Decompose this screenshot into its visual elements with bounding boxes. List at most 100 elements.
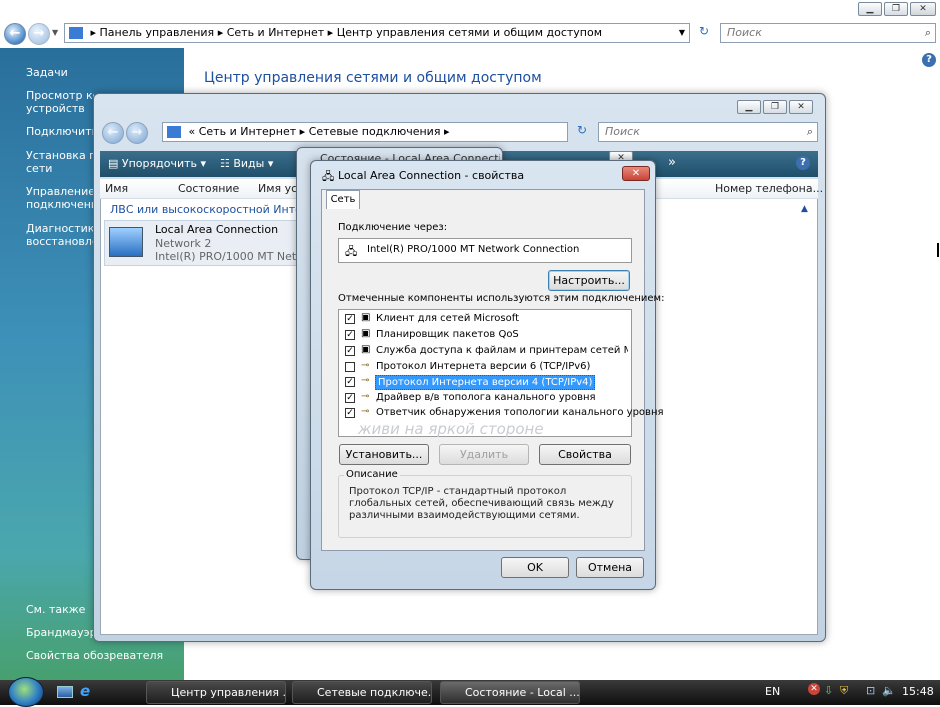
column-status[interactable]: Состояние bbox=[178, 182, 239, 195]
netwin-minimize-button[interactable]: ▁ bbox=[737, 100, 761, 114]
netwin-help-icon[interactable]: ? bbox=[796, 156, 810, 170]
component-item-selected[interactable]: Протокол Интернета версии 4 (TCP/IPv4) bbox=[375, 375, 596, 390]
component-checkbox[interactable]: ✓ bbox=[345, 346, 355, 356]
maximize-button[interactable]: ❐ bbox=[884, 2, 908, 16]
description-text: Протокол TCP/IP - стандартный протокол г… bbox=[349, 486, 614, 521]
component-checkbox[interactable]: ✓ bbox=[345, 377, 355, 387]
address-crumb-3[interactable]: Центр управления сетями и общим доступом bbox=[337, 26, 602, 39]
shield-icon[interactable]: ⛨ bbox=[840, 684, 848, 698]
task-link[interactable]: подключени... bbox=[26, 198, 94, 211]
taskbar-item-network-connections[interactable]: Сетевые подключе... bbox=[292, 681, 432, 704]
configure-button[interactable]: Настроить... bbox=[548, 270, 630, 291]
netwin-maximize-button[interactable]: ❐ bbox=[763, 100, 787, 114]
component-checkbox[interactable]: ✓ bbox=[345, 314, 355, 324]
netwin-search-input[interactable]: Поиск ⌕ bbox=[598, 122, 818, 142]
internet-explorer-icon[interactable]: e bbox=[80, 682, 90, 700]
show-desktop-icon[interactable] bbox=[57, 686, 73, 698]
component-item[interactable]: Клиент для сетей Microsoft bbox=[376, 313, 519, 324]
dialog-close-button[interactable]: ✕ bbox=[622, 166, 650, 181]
dialog-title: Local Area Connection - свойства bbox=[338, 169, 525, 182]
taskbar-item-network-center[interactable]: Центр управления ... bbox=[146, 681, 286, 704]
taskbar-item-status[interactable]: Состояние - Local ... bbox=[440, 681, 580, 704]
address-dropdown-icon[interactable]: ▼ bbox=[679, 24, 685, 42]
address-sep-icon: ▸ bbox=[327, 26, 337, 39]
toolbar-more-button[interactable]: » bbox=[668, 155, 676, 170]
tab-network[interactable]: Сеть bbox=[326, 190, 360, 209]
clock[interactable]: 15:48 bbox=[902, 685, 934, 698]
component-checkbox[interactable]: ✓ bbox=[345, 408, 355, 418]
network-tray-icon[interactable]: ⊡ bbox=[866, 684, 875, 697]
component-checkbox[interactable] bbox=[345, 362, 355, 372]
volume-muted-icon[interactable]: 🔈 bbox=[882, 684, 896, 697]
help-icon[interactable]: ? bbox=[922, 53, 936, 67]
task-link[interactable]: сети bbox=[26, 162, 94, 175]
ok-button[interactable]: OK bbox=[501, 557, 569, 578]
netwin-crumb-1[interactable]: Сеть и Интернет bbox=[199, 125, 296, 138]
refresh-icon[interactable]: ↻ bbox=[694, 24, 714, 42]
address-crumb-1[interactable]: Панель управления bbox=[100, 26, 215, 39]
search-icon[interactable]: ⌕ bbox=[925, 24, 931, 42]
component-checkbox[interactable]: ✓ bbox=[345, 330, 355, 340]
component-item[interactable]: Ответчик обнаружения топологии канальног… bbox=[376, 407, 664, 418]
organize-button[interactable]: ▤ Упорядочить ▾ bbox=[108, 157, 206, 170]
task-link[interactable]: Просмотр ко... bbox=[26, 89, 94, 102]
component-item[interactable]: Протокол Интернета версии 6 (TCP/IPv6) bbox=[376, 361, 590, 372]
address-overflow-icon[interactable]: « bbox=[189, 125, 199, 138]
install-button[interactable]: Установить... bbox=[339, 444, 429, 465]
netwin-close-button[interactable]: ✕ bbox=[789, 100, 813, 114]
views-button[interactable]: ☷ Виды ▾ bbox=[220, 157, 273, 170]
remove-button[interactable]: Удалить bbox=[439, 444, 529, 465]
task-link[interactable]: Диагностика... bbox=[26, 222, 94, 235]
component-item[interactable]: Служба доступа к файлам и принтерам сете… bbox=[376, 345, 628, 356]
netwin-crumb-2[interactable]: Сетевые подключения bbox=[309, 125, 441, 138]
properties-button[interactable]: Свойства bbox=[539, 444, 631, 465]
netwin-back-button[interactable]: ← bbox=[102, 122, 124, 144]
network-client-icon: ▣ bbox=[361, 312, 371, 323]
address-sep-icon: ▸ bbox=[443, 125, 450, 138]
connection-name: Local Area Connection bbox=[155, 223, 279, 236]
close-button[interactable]: ✕ bbox=[910, 2, 936, 16]
column-name[interactable]: Имя bbox=[105, 182, 128, 195]
search-input[interactable]: Поиск ⌕ bbox=[720, 23, 936, 43]
component-checkbox[interactable]: ✓ bbox=[345, 393, 355, 403]
protocol-icon: ⊸ bbox=[361, 406, 370, 417]
address-sep-icon: ▸ bbox=[299, 125, 309, 138]
internet-options-link[interactable]: Свойства обозревателя bbox=[26, 649, 186, 662]
start-button[interactable] bbox=[8, 677, 44, 707]
page-title: Центр управления сетями и общим доступом bbox=[204, 70, 542, 86]
address-bar[interactable]: ▸ Панель управления ▸ Сеть и Интернет ▸ … bbox=[64, 23, 690, 43]
security-alert-icon[interactable]: ✕ bbox=[808, 683, 820, 695]
connection-item[interactable]: Local Area Connection Network 2 Intel(R)… bbox=[104, 220, 315, 266]
dialog-icon: 🖧 bbox=[322, 170, 335, 183]
forward-button[interactable]: → bbox=[28, 23, 50, 45]
protocol-icon: ⊸ bbox=[361, 391, 370, 402]
component-item[interactable]: Планировщик пакетов QoS bbox=[376, 329, 519, 340]
task-link[interactable]: восстановлен... bbox=[26, 235, 94, 248]
netwin-address-bar[interactable]: « Сеть и Интернет ▸ Сетевые подключения … bbox=[162, 122, 568, 142]
control-panel-icon bbox=[69, 27, 83, 39]
firewall-link[interactable]: Брандмауэр W... bbox=[26, 626, 94, 639]
update-icon[interactable]: ⇩ bbox=[824, 684, 833, 697]
minimize-button[interactable]: ▁ bbox=[858, 2, 882, 16]
history-dropdown-icon[interactable]: ▼ bbox=[52, 28, 58, 37]
netwin-forward-button[interactable]: → bbox=[126, 122, 148, 144]
task-link[interactable]: Установка по... bbox=[26, 149, 94, 162]
address-crumb-2[interactable]: Сеть и Интернет bbox=[227, 26, 324, 39]
network-folder-icon bbox=[167, 126, 181, 138]
collapse-group-icon[interactable]: ▲ bbox=[801, 204, 808, 214]
netwin-refresh-icon[interactable]: ↻ bbox=[572, 123, 592, 137]
cancel-button[interactable]: Отмена bbox=[576, 557, 644, 578]
column-phone-number[interactable]: Номер телефона... bbox=[715, 182, 823, 195]
component-item[interactable]: Драйвер в/в тополога канального уровня bbox=[376, 392, 596, 403]
description-heading: Описание bbox=[344, 469, 400, 480]
language-indicator[interactable]: EN bbox=[765, 685, 780, 698]
search-icon[interactable]: ⌕ bbox=[807, 123, 813, 141]
network-adapter-icon bbox=[109, 227, 143, 257]
back-button[interactable]: ← bbox=[4, 23, 26, 45]
task-link[interactable]: устройств bbox=[26, 102, 94, 115]
network-service-icon: ▣ bbox=[361, 328, 371, 339]
task-link[interactable]: Подключить... bbox=[26, 125, 94, 138]
adapter-icon: 🖧 bbox=[345, 245, 358, 258]
connection-adapter: Intel(R) PRO/1000 MT Netw... bbox=[155, 250, 315, 263]
task-link[interactable]: Управление с... bbox=[26, 185, 94, 198]
